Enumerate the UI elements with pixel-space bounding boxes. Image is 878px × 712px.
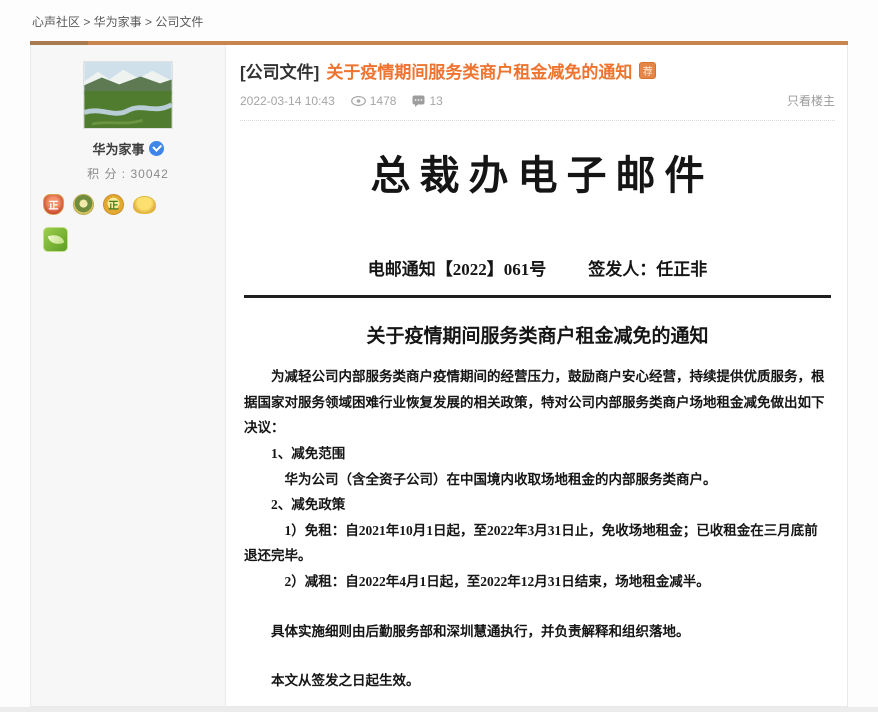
doc-paragraph: 为减轻公司内部服务类商户疫情期间的经营压力，鼓励商户安心经营，持续提供优质服务，… xyxy=(244,369,825,436)
document-rule xyxy=(244,295,831,298)
author-sidebar: 华为家事 积 分 : 30042 正正 xyxy=(31,45,226,706)
author-username[interactable]: 华为家事 xyxy=(92,139,144,158)
gold-medal-badge-icon: 正 xyxy=(103,194,124,215)
red-shield-badge-icon: 正 xyxy=(43,194,64,215)
official-document: 总裁办电子邮件 电邮通知【2022】061号 签发人：任正非 关于疫情期间服务类商… xyxy=(240,143,835,712)
doc-paragraph: 2、减免政策 xyxy=(271,497,346,513)
comment-icon xyxy=(412,95,425,107)
notice-number: 电邮通知【2022】061号 xyxy=(367,260,547,279)
badge-row-1: 正正 xyxy=(31,194,225,215)
signer: 签发人：任正非 xyxy=(588,260,708,279)
avatar[interactable] xyxy=(83,61,173,129)
user-points: 积 分 : 30042 xyxy=(87,167,169,181)
breadcrumb[interactable]: 心声社区 > 华为家事 > 公司文件 xyxy=(0,0,878,41)
doc-paragraph: 1、减免范围 xyxy=(271,445,346,461)
verified-check-icon xyxy=(148,141,164,156)
post-main: [公司文件] 关于疫情期间服务类商户租金减免的通知 荐 2022-03-14 1… xyxy=(226,45,847,706)
doc-paragraph: 本文从签发之日起生效。 xyxy=(271,673,420,689)
recommend-badge-icon: 荐 xyxy=(639,62,657,79)
leaf-icon xyxy=(47,232,65,247)
doc-paragraph: 2）减租：自2022年4月1日起，至2022年12月31日结束，场地租金减半。 xyxy=(284,574,710,590)
eye-icon xyxy=(350,95,366,106)
view-count: 1478 xyxy=(350,94,396,108)
post-card: 华为家事 积 分 : 30042 正正 [公司文件] 关于疫情期间服务类商户租金… xyxy=(30,45,848,707)
olive-medal-badge-icon xyxy=(73,194,94,215)
badge-row-2 xyxy=(31,227,225,252)
gold-hat-badge-icon xyxy=(133,195,156,214)
doc-paragraph: 1）免租：自2021年10月1日起，至2022年3月31日止，免收场地租金；已收… xyxy=(244,522,818,564)
document-title: 关于疫情期间服务类商户租金减免的通知 xyxy=(366,326,709,347)
post-title: 关于疫情期间服务类商户租金减免的通知 xyxy=(326,63,633,82)
doc-body: 为减轻公司内部服务类商户疫情期间的经营压力，鼓励商户安心经营，持续提供优质服务，… xyxy=(244,364,831,694)
green-leaf-badge-icon xyxy=(43,227,68,252)
view-author-only-link[interactable]: 只看楼主 xyxy=(787,92,835,109)
document-masthead: 总裁办电子邮件 xyxy=(370,153,714,198)
doc-paragraph: 华为公司（含全资子公司）在中国境内收取场地租金的内部服务类商户。 xyxy=(284,471,717,487)
dotted-separator xyxy=(240,120,835,121)
category-tag: [公司文件] xyxy=(240,63,320,82)
comment-count: 13 xyxy=(412,94,443,108)
post-date: 2022-03-14 10:43 xyxy=(240,93,335,108)
doc-paragraph: 具体实施细则由后勤服务部和深圳慧通执行，并负责解释和组织落地。 xyxy=(271,623,690,639)
